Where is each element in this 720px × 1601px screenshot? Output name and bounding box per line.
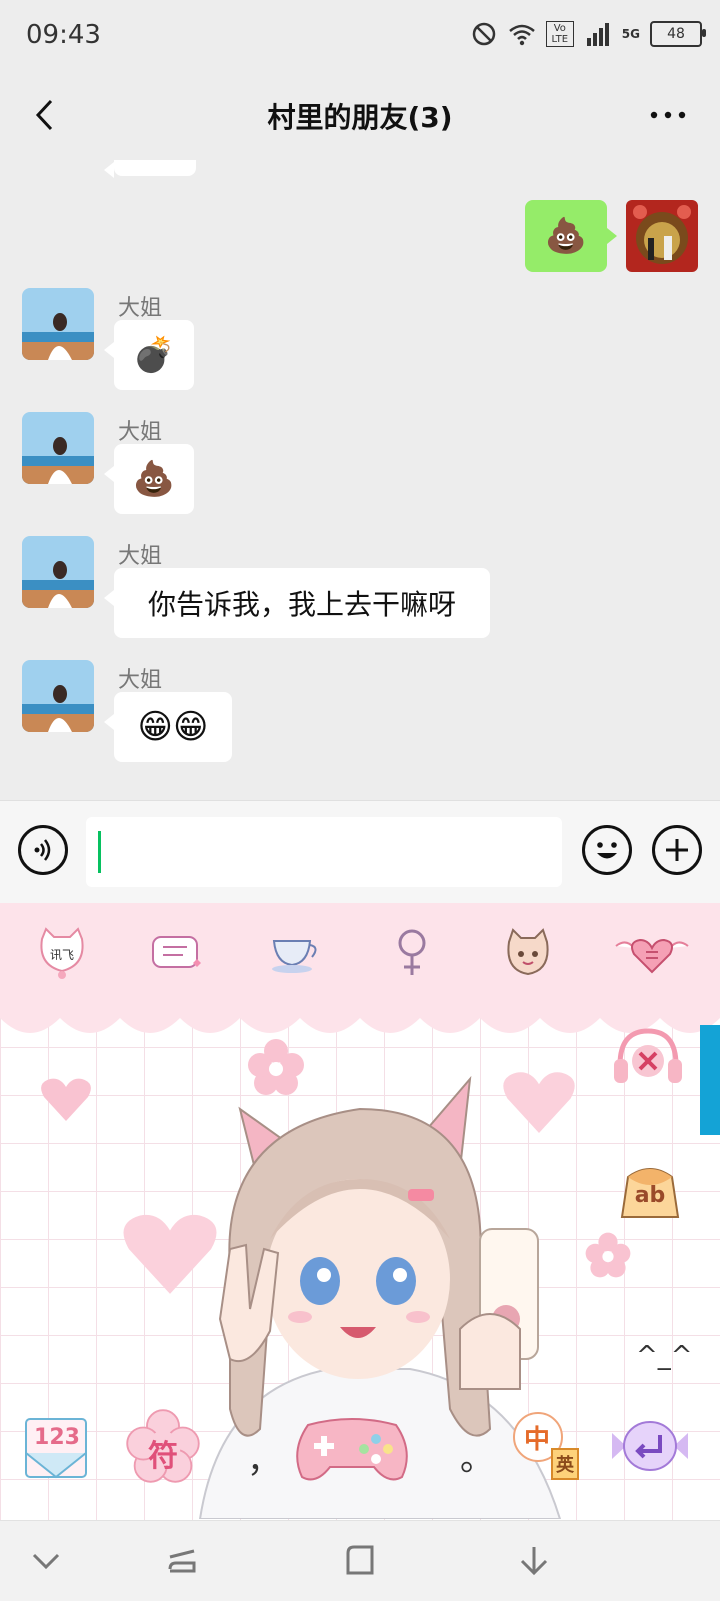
- number-key[interactable]: 123: [22, 1413, 92, 1483]
- poop-emoji: 💩: [132, 459, 176, 499]
- my-avatar[interactable]: [626, 200, 698, 272]
- message-bubble[interactable]: 💣: [104, 320, 194, 390]
- headphones-mute-icon: [614, 1028, 682, 1083]
- clipboard-button[interactable]: [148, 925, 204, 981]
- cat-girl-face-icon: [507, 928, 549, 976]
- bomb-emoji: 💣: [132, 335, 176, 375]
- message-bubble-icon: [152, 936, 201, 968]
- brand-label: 讯飞: [50, 948, 74, 962]
- sender-avatar[interactable]: [22, 412, 94, 484]
- chevron-down-icon: [32, 1553, 60, 1570]
- gamepad-icon: [296, 1418, 408, 1481]
- network-type: 5G: [621, 27, 640, 41]
- text-cursor: [98, 831, 101, 873]
- recent-apps-icon: [168, 1549, 196, 1573]
- english-label: 英: [556, 1455, 574, 1476]
- flower-decoration-icon: [585, 1232, 631, 1278]
- avatar-button[interactable]: [500, 925, 556, 981]
- keyboard: 讯飞 ab ^_^ 123 符 ， 。 中 英: [0, 903, 720, 1520]
- more-button[interactable]: [638, 92, 698, 138]
- sender-name: 大姐: [118, 544, 163, 569]
- sender-avatar[interactable]: [22, 288, 94, 360]
- winged-heart-icon: [615, 938, 689, 974]
- status-bar: 09:43 Vo LTE 5G 48: [0, 0, 720, 74]
- recent-apps-button[interactable]: [160, 1539, 204, 1583]
- home-square-icon: [346, 1545, 374, 1575]
- heart-decoration-icon: [41, 1078, 91, 1121]
- battery-icon: 48: [650, 21, 706, 47]
- period-key[interactable]: 。: [460, 1431, 494, 1480]
- my-message-bubble[interactable]: 💩: [525, 200, 617, 272]
- avatar-photo-icon: [22, 536, 94, 608]
- sender-name: 大姐: [118, 420, 163, 445]
- status-time: 09:43: [26, 20, 101, 50]
- message-bubble[interactable]: 💩: [104, 444, 194, 514]
- battery-level: 48: [667, 26, 685, 42]
- chat-header: 村里的朋友(3): [0, 74, 720, 161]
- avatar-photo-icon: [22, 660, 94, 732]
- message-text: 你告诉我，我上去干嘛呀: [147, 588, 456, 621]
- system-nav-bar: [0, 1520, 720, 1601]
- symbol-key[interactable]: 符: [126, 1409, 200, 1483]
- chat-title: 村里的朋友(3): [267, 101, 453, 134]
- gender-voice-button[interactable]: [384, 925, 440, 981]
- avatar-photo-icon: [22, 288, 94, 360]
- download-button[interactable]: [512, 1539, 556, 1583]
- avatar-photo-icon: [22, 412, 94, 484]
- message-input[interactable]: [86, 817, 562, 887]
- candy-enter-icon: [612, 1421, 688, 1471]
- headset-key[interactable]: [610, 1025, 686, 1089]
- input-bar: [0, 800, 720, 903]
- avatar-photo-icon: [626, 200, 698, 272]
- sender-avatar[interactable]: [22, 660, 94, 732]
- wifi-icon: [508, 24, 535, 46]
- plus-icon: [666, 839, 688, 861]
- number-label: 123: [34, 1425, 80, 1450]
- sender-name: 大姐: [118, 668, 163, 693]
- sender-avatar[interactable]: [22, 536, 94, 608]
- volte-icon: Vo LTE: [545, 21, 574, 47]
- skin-button[interactable]: [266, 925, 322, 981]
- keyboard-side-tab[interactable]: [700, 1025, 720, 1135]
- kaomoji-key[interactable]: ^_^: [636, 1341, 693, 1371]
- ab-label: ab: [634, 1183, 666, 1208]
- teacup-icon: [272, 940, 317, 973]
- chinese-label: 中: [524, 1425, 551, 1455]
- sender-name: 大姐: [118, 296, 163, 321]
- ifly-brand-button[interactable]: 讯飞: [34, 925, 90, 981]
- chat-message-list[interactable]: 💩 大姐 💣 大姐 💩 大姐 你告诉我，我上去干嘛呀 大姐 😁😁: [0, 160, 720, 800]
- home-button[interactable]: [338, 1539, 382, 1583]
- emoji-face-icon: [597, 842, 617, 859]
- status-icons: Vo LTE 5G 48: [470, 20, 706, 48]
- language-switch-key[interactable]: 中 英: [508, 1409, 592, 1483]
- female-symbol-icon: [398, 929, 426, 975]
- favorites-button[interactable]: [612, 925, 692, 981]
- do-not-disturb-icon: [472, 22, 496, 46]
- comma-key[interactable]: ，: [247, 1433, 281, 1482]
- voice-button[interactable]: [18, 825, 68, 875]
- poop-emoji: 💩: [544, 216, 588, 256]
- download-arrow-icon: [520, 1547, 548, 1576]
- grin-emoji: 😁😁: [137, 707, 209, 747]
- message-bubble[interactable]: 你告诉我，我上去干嘛呀: [104, 568, 490, 638]
- voice-icon: [34, 839, 51, 861]
- message-bubble-partial: [104, 160, 196, 178]
- hide-keyboard-button[interactable]: [24, 1539, 68, 1583]
- plus-button[interactable]: [652, 825, 702, 875]
- message-bubble[interactable]: 😁😁: [104, 692, 232, 762]
- space-key[interactable]: [292, 1411, 412, 1485]
- symbol-label: 符: [148, 1439, 178, 1474]
- cat-logo-icon: 讯飞: [40, 927, 84, 979]
- ab-key[interactable]: ab: [616, 1161, 684, 1225]
- more-dots-icon: [650, 111, 686, 119]
- emoji-button[interactable]: [582, 825, 632, 875]
- enter-key[interactable]: [610, 1413, 690, 1479]
- signal-icon: [586, 23, 609, 46]
